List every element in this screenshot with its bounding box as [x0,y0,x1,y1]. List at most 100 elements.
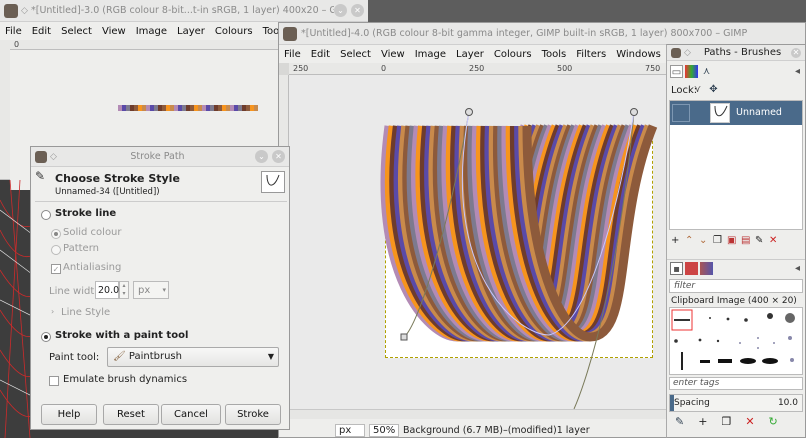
stroke-line-label[interactable]: Stroke line [55,208,116,219]
close-button[interactable]: ✕ [351,4,364,17]
help-button[interactable]: Help [41,404,97,425]
antialiasing-label[interactable]: Antialiasing [63,262,121,273]
menu-colours[interactable]: Colours [489,49,537,60]
line-width-unit-select[interactable]: px ▾ [133,281,169,299]
selection-to-path-icon[interactable]: ▤ [741,235,754,251]
gradients-tab-icon[interactable] [700,262,713,275]
paintbrush-icon: 🖌 [113,351,126,362]
menu-file[interactable]: File [279,49,306,60]
zoom-select[interactable]: 50% [369,423,399,437]
paint-tool-select[interactable]: 🖌 Paintbrush ▼ [107,347,279,367]
tab-menu-icon[interactable]: ◂ [791,65,804,78]
path-handle-line [403,111,470,338]
delete-brush-icon[interactable]: ✕ [745,415,754,431]
solid-colour-label[interactable]: Solid colour [63,227,122,238]
brush-grid-glyphs [671,309,795,370]
brush-grid[interactable] [669,307,803,375]
menu-view[interactable]: View [97,26,131,37]
pattern-label[interactable]: Pattern [63,243,99,254]
path-curve [461,111,635,336]
dock-tabs: ▭ ⋏ ◂ [667,63,805,79]
menu-filters[interactable]: Filters [571,49,611,60]
menu-layer[interactable]: Layer [172,26,210,37]
stroke-button[interactable]: Stroke [225,404,281,425]
canvas-viewport[interactable] [289,75,669,409]
dialog-heading: Choose Stroke Style [55,172,180,185]
status-bar: px 50% Background (6.7 MB)–(modified)1 l… [279,421,669,437]
menu-file[interactable]: File [0,26,27,37]
brush-tabs: ▪ ◂ [667,259,805,275]
lower-path-icon[interactable]: ⌄ [699,235,712,251]
path-row[interactable]: Unnamed [670,101,802,125]
strip-segment [170,105,174,111]
brush-tab-menu-icon[interactable]: ◂ [791,262,804,275]
paint-along-path-icon[interactable]: ✎ [755,235,768,251]
line-width-spinner[interactable]: ▴ ▾ [119,281,129,299]
minimize-button[interactable]: ⌄ [334,4,347,17]
paths-tab-icon[interactable]: ⋏ [700,65,713,78]
pin-icon: ◇ [50,151,57,162]
strip-segment [198,105,202,111]
brush-filter-field[interactable]: filter [669,279,803,293]
back-window-title: *[Untitled]-3.0 (RGB colour 8-bit...t-in… [31,5,334,16]
edit-brush-icon[interactable]: ✎ [675,415,684,431]
horizontal-scrollbar[interactable] [289,409,669,419]
path-name[interactable]: Unnamed [736,107,782,118]
new-path-icon[interactable]: + [671,235,684,251]
thin-image-strip [118,105,258,111]
patterns-tab-icon[interactable] [685,262,698,275]
menu-image[interactable]: Image [410,49,451,60]
emulate-dynamics-checkbox[interactable] [49,376,59,386]
dialog-close-button[interactable]: ✕ [272,150,285,163]
dialog-title: Stroke Path [130,151,185,162]
path-handle[interactable] [400,333,408,341]
menu-edit[interactable]: Edit [27,26,56,37]
menu-image[interactable]: Image [131,26,172,37]
emulate-dynamics-label[interactable]: Emulate brush dynamics [63,374,187,385]
layers-tab-icon[interactable]: ▭ [670,65,683,78]
duplicate-brush-icon[interactable]: ❐ [721,415,731,431]
new-brush-icon[interactable]: + [698,415,707,431]
duplicate-path-icon[interactable]: ❐ [713,235,726,251]
dialog-separator [35,201,287,202]
lock-position-icon[interactable]: ✥ [707,83,720,96]
menu-select[interactable]: Select [56,26,97,37]
path-anchor[interactable] [630,108,638,116]
solid-colour-radio[interactable] [51,229,61,239]
reset-button[interactable]: Reset [103,404,159,425]
spacing-slider[interactable]: Spacing 10.0 [669,394,803,412]
line-width-unit: px [138,285,151,296]
line-style-label[interactable]: Line Style [61,307,110,318]
menu-view[interactable]: View [376,49,410,60]
dialog-minimize-button[interactable]: ⌄ [255,150,268,163]
refresh-brushes-icon[interactable]: ↻ [769,415,778,431]
line-style-expander-icon[interactable]: › [51,307,54,316]
stroke-paint-tool-radio[interactable] [41,332,51,342]
stroke-paint-tool-label[interactable]: Stroke with a paint tool [55,330,188,341]
menu-edit[interactable]: Edit [306,49,335,60]
stroke-line-radio[interactable] [41,210,51,220]
channels-tab-icon[interactable] [685,65,698,78]
raise-path-icon[interactable]: ⌃ [685,235,698,251]
brushes-tab-icon[interactable]: ▪ [670,262,683,275]
line-width-field[interactable]: 20.0 [95,281,119,299]
path-anchor[interactable] [465,108,473,116]
path-to-selection-icon[interactable]: ▣ [727,235,740,251]
menu-windows[interactable]: Windows [611,49,666,60]
antialiasing-checkbox[interactable]: ✓ [51,264,61,274]
menu-colours[interactable]: Colours [210,26,258,37]
lock-path-icon[interactable]: ⋎ [691,83,704,96]
brush-tags-field[interactable]: enter tags [669,377,803,390]
menu-select[interactable]: Select [335,49,376,60]
unit-select[interactable]: px [335,423,365,437]
pattern-radio[interactable] [51,245,61,255]
menu-layer[interactable]: Layer [451,49,489,60]
dock-close-button[interactable]: ✕ [791,47,801,58]
menu-tools[interactable]: Tools [537,49,572,60]
delete-path-icon[interactable]: ✕ [769,235,782,251]
visibility-toggle-icon[interactable] [672,104,690,122]
strip-segment [154,105,158,111]
strip-segment [194,105,198,111]
ruler-label: 500 [557,64,573,73]
cancel-button[interactable]: Cancel [161,404,221,425]
